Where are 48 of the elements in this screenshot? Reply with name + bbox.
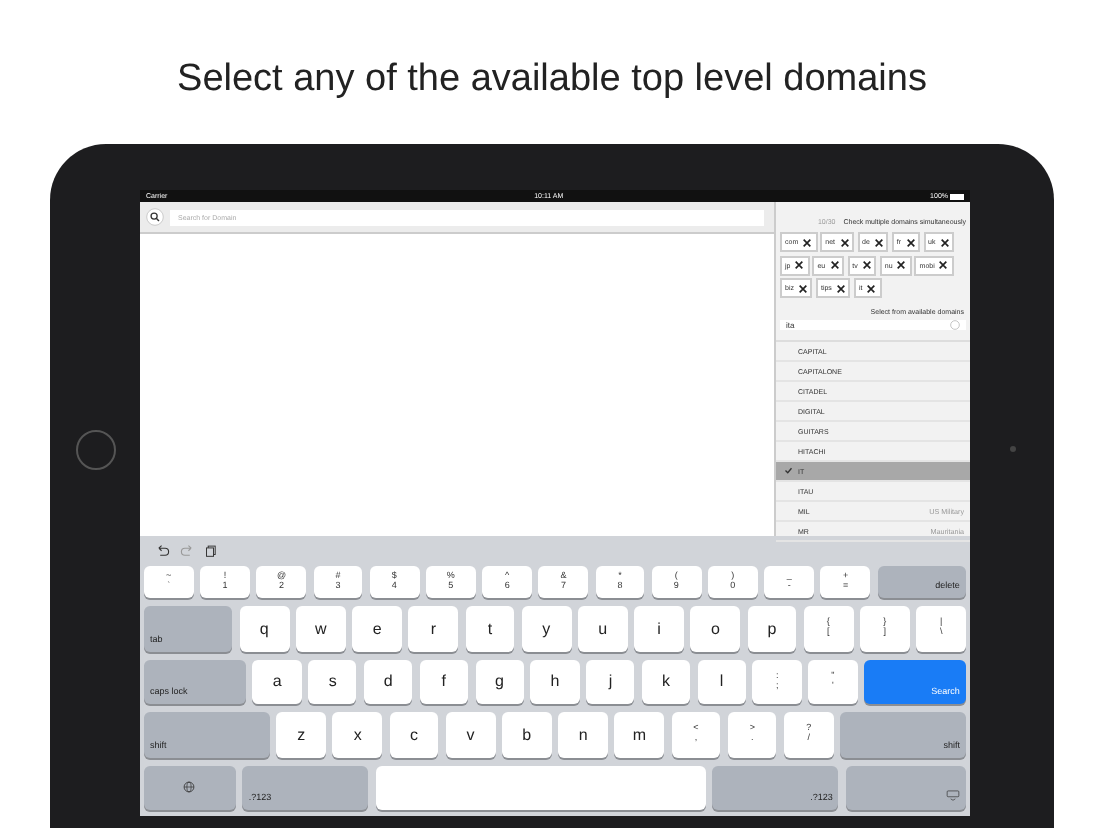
close-icon[interactable] [861,260,872,270]
keyboard-key[interactable]: z [276,712,326,757]
close-icon[interactable] [896,260,907,270]
keyboard-key[interactable]: j [586,659,635,704]
keyboard-key[interactable]: l [697,659,746,704]
keyboard-key[interactable]: u [578,606,628,651]
keyboard-key[interactable]: s [308,659,357,704]
close-icon[interactable] [835,283,846,293]
keyboard-key[interactable]: b [502,712,552,757]
undo-icon[interactable] [156,544,170,558]
keyboard-key[interactable]: g [475,659,524,704]
keyboard-key[interactable]: p [747,606,797,651]
close-icon[interactable] [873,237,884,247]
keyboard-key[interactable]: f [419,659,469,704]
close-icon[interactable] [905,237,916,247]
headline: Select any of the available top level domains [177,56,927,104]
close-icon[interactable] [839,237,849,247]
keyboard-key[interactable]: y [521,606,572,651]
close-icon[interactable] [938,260,949,270]
keyboard-key[interactable]: t [465,606,515,651]
keyboard-key[interactable]: q [239,606,289,651]
globe-icon [182,780,197,795]
keyboard-key[interactable]: r [408,606,459,651]
keyboard-key[interactable]: x [332,712,383,757]
keyboard-key[interactable]: k [641,659,691,704]
keyboard-icon [946,788,960,803]
keyboard-key[interactable]: c [389,712,439,757]
close-icon[interactable] [939,237,950,247]
battery-icon [950,193,964,199]
close-icon[interactable] [802,237,813,247]
camera-icon [1009,446,1015,452]
keyboard-key[interactable]: v [445,712,496,757]
close-icon[interactable] [829,260,840,270]
paste-icon[interactable] [204,544,218,558]
keyboard-key[interactable]: d [363,659,413,704]
keyboard-key[interactable]: i [634,606,684,651]
checkmark-icon [784,466,793,476]
keyboard-key[interactable]: a [252,659,302,704]
keyboard-key[interactable]: h [530,659,580,704]
close-icon[interactable] [794,260,805,270]
close-icon[interactable] [866,283,877,293]
close-icon[interactable] [797,283,808,293]
keyboard-key[interactable]: m [614,712,665,757]
search-icon[interactable] [146,208,164,226]
keyboard-key[interactable]: o [690,606,741,651]
keyboard-key[interactable]: n [558,712,608,757]
keyboard-key[interactable]: w [296,606,346,651]
keyboard-key[interactable]: e [352,606,402,651]
